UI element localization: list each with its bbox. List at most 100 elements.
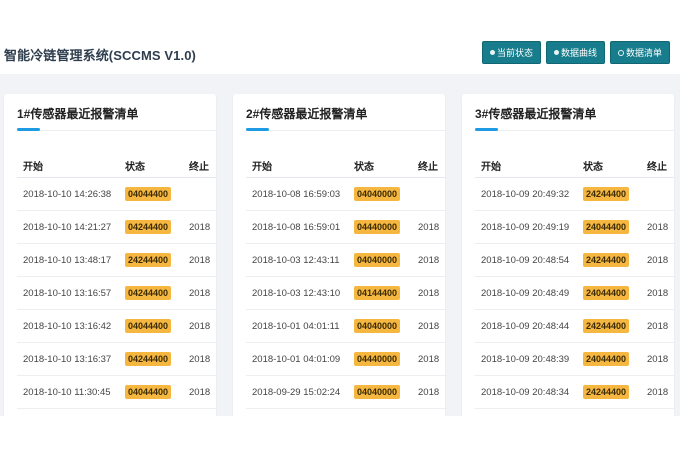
column-header-start[interactable]: 开始 [252, 158, 272, 173]
table-row[interactable]: 2018-10-10 14:21:27 04244400 2018 [17, 211, 216, 244]
table-row[interactable]: 2018-10-08 16:59:03 04040000 [246, 178, 445, 211]
status-badge: 04440000 [354, 352, 401, 366]
end-time-cell: 2018 [418, 354, 440, 365]
table-row[interactable]: 2018-10-10 13:16:42 04044400 2018 [17, 310, 216, 343]
start-time-cell: 2018-10-01 04:01:09 [252, 354, 341, 365]
start-time-cell: 2018-10-10 14:26:38 [23, 189, 112, 200]
radio-dot-icon [617, 49, 624, 56]
title-underline [246, 128, 269, 131]
end-time-cell: 2018 [189, 321, 211, 332]
dot-icon [489, 50, 495, 55]
title-underline [475, 128, 498, 131]
table-row[interactable]: 2018-10-09 20:48:39 24044400 2018 [475, 343, 674, 376]
status-badge: 04044400 [125, 385, 172, 399]
table-header: 开始 状态 终止 [475, 150, 674, 178]
start-time-cell: 2018-10-01 04:01:11 [252, 321, 340, 332]
table-row[interactable]: 2018-09-29 15:02:24 04040000 2018 [246, 376, 445, 409]
status-badge: 04244400 [125, 352, 172, 366]
start-time-cell: 2018-10-10 13:16:37 [23, 354, 112, 365]
column-header-end[interactable]: 终止 [418, 158, 438, 173]
column-header-start[interactable]: 开始 [23, 158, 43, 173]
end-time-cell: 2018 [189, 288, 211, 299]
end-time-cell: 2018 [418, 288, 440, 299]
sensor-1-alarm-panel: 1#传感器最近报警清单 开始 状态 终止 2018-10-10 14:26:38 0404… [4, 94, 216, 416]
status-badge: 24044400 [583, 220, 630, 234]
column-header-status[interactable]: 状态 [354, 158, 374, 173]
table-header: 开始 状态 终止 [17, 150, 216, 178]
column-header-start[interactable]: 开始 [481, 158, 501, 173]
nav-data-curve-button[interactable]: 数据曲线 [545, 41, 605, 64]
top-header: 智能冷链管理系统(SCCMS V1.0) 当前状态 数据曲线 数据清单 [0, 28, 680, 74]
status-badge: 04244400 [125, 220, 172, 234]
end-time-cell: 2018 [647, 288, 669, 299]
status-badge: 04040000 [354, 253, 401, 267]
table-row[interactable]: 2018-10-10 11:30:45 04044400 2018 [17, 376, 216, 409]
table-row[interactable]: 2018-10-10 13:16:57 04244400 2018 [17, 277, 216, 310]
column-header-status[interactable]: 状态 [583, 158, 603, 173]
table-row[interactable]: 2018-10-09 20:48:34 24244400 2018 [475, 376, 674, 409]
start-time-cell: 2018-10-10 14:21:27 [23, 222, 112, 233]
panel-title: 3#传感器最近报警清单 [475, 107, 597, 121]
table-row[interactable]: 2018-10-09 20:49:19 24044400 2018 [475, 211, 674, 244]
table-row[interactable]: 2018-10-01 04:01:11 04040000 2018 [246, 310, 445, 343]
status-badge: 24044400 [583, 352, 630, 366]
start-time-cell: 2018-10-09 20:49:32 [481, 189, 570, 200]
table-row[interactable]: 2018-10-08 16:59:01 04440000 2018 [246, 211, 445, 244]
status-badge: 04244400 [125, 286, 172, 300]
table-row[interactable]: 2018-10-09 20:48:49 24044400 2018 [475, 277, 674, 310]
divider [475, 130, 674, 131]
status-badge: 24244400 [583, 253, 630, 267]
alarm-table: 开始 状态 终止 2018-10-09 20:49:32 24244400 2018-10… [475, 150, 674, 409]
table-row[interactable]: 2018-10-03 12:43:11 04040000 2018 [246, 244, 445, 277]
alarm-table: 开始 状态 终止 2018-10-10 14:26:38 04044400 2018-10… [17, 150, 216, 409]
end-time-cell: 2018 [189, 255, 211, 266]
start-time-cell: 2018-10-09 20:48:44 [481, 321, 570, 332]
end-time-cell: 2018 [418, 321, 440, 332]
table-row[interactable]: 2018-10-01 04:01:09 04440000 2018 [246, 343, 445, 376]
alarm-table: 开始 状态 终止 2018-10-08 16:59:03 04040000 2018-10… [246, 150, 445, 409]
end-time-cell: 2018 [418, 222, 440, 233]
column-header-end[interactable]: 终止 [647, 158, 667, 173]
start-time-cell: 2018-10-10 11:30:45 [23, 387, 111, 398]
nav-current-status-button[interactable]: 当前状态 [481, 41, 541, 64]
start-time-cell: 2018-09-29 15:02:24 [252, 387, 341, 398]
status-badge: 04144400 [354, 286, 401, 300]
table-row[interactable]: 2018-10-10 13:16:37 04244400 2018 [17, 343, 216, 376]
end-time-cell: 2018 [189, 354, 211, 365]
start-time-cell: 2018-10-09 20:48:49 [481, 288, 570, 299]
nav-current-status-label: 当前状态 [496, 48, 533, 58]
nav-data-list-button[interactable]: 数据清单 [609, 41, 670, 64]
divider [17, 130, 216, 131]
column-header-end[interactable]: 终止 [189, 158, 209, 173]
title-underline [17, 128, 40, 131]
table-row[interactable]: 2018-10-09 20:49:32 24244400 [475, 178, 674, 211]
nav-data-list-label: 数据清单 [625, 48, 662, 58]
table-row[interactable]: 2018-10-03 12:43:10 04144400 2018 [246, 277, 445, 310]
dot-icon [553, 50, 559, 55]
end-time-cell: 2018 [189, 222, 211, 233]
end-time-cell: 2018 [418, 255, 440, 266]
table-row[interactable]: 2018-10-10 14:26:38 04044400 [17, 178, 216, 211]
status-badge: 24244400 [583, 319, 630, 333]
status-badge: 24044400 [583, 286, 630, 300]
status-badge: 24244400 [583, 187, 630, 201]
start-time-cell: 2018-10-10 13:16:57 [23, 288, 112, 299]
sensor-3-alarm-panel: 3#传感器最近报警清单开始 状态 终止 2018-10-09 20:49:32 2424… [462, 94, 674, 416]
end-time-cell: 2018 [647, 222, 669, 233]
start-time-cell: 2018-10-09 20:48:39 [481, 354, 570, 365]
status-badge: 04040000 [354, 385, 401, 399]
table-row[interactable]: 2018-10-10 13:48:17 24244400 2018 [17, 244, 216, 277]
column-header-status[interactable]: 状态 [125, 158, 145, 173]
end-time-cell: 2018 [647, 321, 669, 332]
end-time-cell: 2018 [189, 387, 211, 398]
start-time-cell: 2018-10-03 12:43:10 [252, 288, 341, 299]
table-row[interactable]: 2018-10-09 20:48:54 24244400 2018 [475, 244, 674, 277]
status-badge: 24244400 [583, 385, 630, 399]
status-badge: 24244400 [125, 253, 172, 267]
start-time-cell: 2018-10-08 16:59:03 [252, 189, 341, 200]
table-row[interactable]: 2018-10-09 20:48:44 24244400 2018 [475, 310, 674, 343]
panel-title: 1#传感器最近报警清单 [17, 107, 139, 121]
start-time-cell: 2018-10-10 13:16:42 [23, 321, 112, 332]
start-time-cell: 2018-10-09 20:49:19 [481, 222, 570, 233]
table-header: 开始 状态 终止 [246, 150, 445, 178]
